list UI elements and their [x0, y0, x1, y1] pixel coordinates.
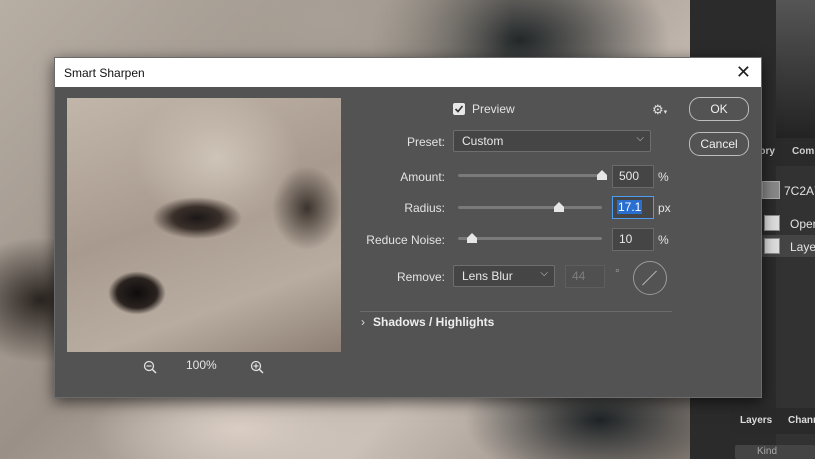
reduce-noise-slider[interactable]: [458, 237, 602, 240]
preset-select[interactable]: Custom ⌵: [453, 130, 651, 152]
radius-label: Radius:: [404, 201, 445, 215]
remove-label: Remove:: [396, 270, 445, 284]
tab-layers[interactable]: Layers: [740, 415, 772, 426]
gear-icon[interactable]: ⚙▾: [652, 102, 667, 118]
layers-tabs: Layers Chann: [730, 408, 815, 434]
radius-slider[interactable]: [458, 206, 602, 209]
angle-input[interactable]: 44: [565, 265, 605, 288]
amount-label: Amount:: [400, 170, 445, 184]
cancel-button[interactable]: Cancel: [689, 132, 749, 156]
amount-input[interactable]: 500: [612, 165, 654, 188]
close-icon[interactable]: ✕: [736, 62, 751, 83]
chevron-right-icon: ›: [361, 315, 365, 329]
preview-checkbox[interactable]: [453, 103, 465, 115]
document-icon: [764, 238, 780, 254]
smart-sharpen-dialog: Smart Sharpen ✕ 100% Preview ⚙▾ OK Cance…: [54, 57, 762, 398]
zoom-out-icon[interactable]: [143, 360, 157, 379]
ok-button[interactable]: OK: [689, 97, 749, 121]
reduce-noise-label: Reduce Noise:: [366, 233, 445, 247]
reduce-noise-unit: %: [658, 233, 669, 247]
dialog-title: Smart Sharpen: [64, 66, 145, 80]
remove-select[interactable]: Lens Blur ⌵: [453, 265, 555, 287]
angle-unit: °: [615, 266, 620, 280]
chevron-down-icon: ⌵: [636, 133, 644, 144]
radius-input[interactable]: 17.1: [612, 196, 654, 219]
tab-comments[interactable]: Com: [792, 146, 814, 157]
radius-unit: px: [658, 201, 671, 215]
document-icon: [764, 215, 780, 231]
zoom-level: 100%: [186, 358, 217, 372]
preset-label: Preset:: [406, 135, 445, 149]
dialog-titlebar[interactable]: Smart Sharpen ✕: [55, 58, 761, 87]
zoom-in-icon[interactable]: [250, 360, 264, 379]
chevron-down-icon: ⌵: [540, 268, 548, 279]
shadows-highlights-toggle[interactable]: › Shadows / Highlights: [361, 315, 494, 329]
amount-slider[interactable]: [458, 174, 602, 177]
reduce-noise-input[interactable]: 10: [612, 228, 654, 251]
preview-image[interactable]: [67, 98, 341, 352]
preview-label: Preview: [472, 102, 515, 116]
angle-dial[interactable]: [633, 261, 667, 295]
amount-unit: %: [658, 170, 669, 184]
color-picker[interactable]: [776, 0, 815, 140]
section-divider: [360, 311, 672, 312]
tab-channels[interactable]: Chann: [788, 415, 815, 426]
layer-kind-filter[interactable]: Kind: [735, 445, 815, 459]
